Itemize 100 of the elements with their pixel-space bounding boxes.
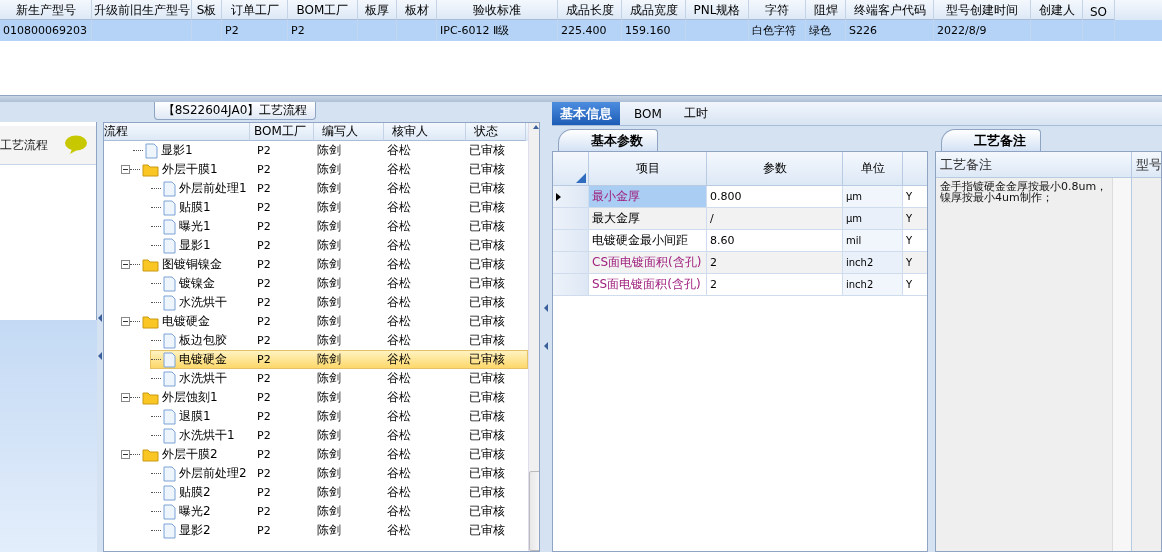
table-cell: 2022/8/9 (934, 20, 1031, 41)
collapse-icon[interactable] (121, 317, 130, 326)
table-cell-text: P2 (256, 391, 272, 404)
table-row[interactable]: 010800069203 P2 P2 IPC-6012 Ⅱ级 225.400 159.160 白色字符 绿色 S226 2022/8/9 (0, 20, 1162, 41)
column-header[interactable]: 项目 (589, 152, 707, 186)
table-cell: 2 (707, 274, 843, 296)
tree-item[interactable]: 电镀硬金 (162, 313, 210, 330)
document-icon (163, 370, 176, 387)
column-header[interactable]: BOM工厂 (250, 123, 314, 141)
table-cell-text: 已审核 (468, 142, 506, 159)
table-cell-text: 陈剑 (316, 332, 342, 349)
tree-row[interactable]: 外层前处理1 P2 陈剑 谷松 已审核 (150, 179, 528, 198)
selected-row[interactable]: 电镀硬金 P2 陈剑 谷松 已审核 (150, 350, 528, 369)
tree-row[interactable]: 电镀硬金 P2 陈剑 谷松 已审核 (120, 312, 528, 331)
collapse-icon[interactable] (121, 260, 130, 269)
tab[interactable]: BOM (626, 102, 670, 125)
column-header[interactable]: 单位 (843, 152, 903, 186)
tab[interactable]: 基本参数 (558, 129, 658, 151)
tree-row[interactable]: 显影1 P2 陈剑 谷松 已审核 (150, 236, 528, 255)
tree-item[interactable]: 外层干膜1 (162, 161, 218, 178)
tree-item[interactable]: 板边包胶 (179, 332, 227, 349)
tree-row[interactable]: 外层蚀刻1 P2 陈剑 谷松 已审核 (120, 388, 528, 407)
row-header[interactable] (553, 186, 589, 208)
tree-item[interactable]: 贴膜1 (179, 199, 211, 216)
tree-row[interactable]: 图镀铜镍金 P2 陈剑 谷松 已审核 (120, 255, 528, 274)
tree-row[interactable]: 镀镍金 P2 陈剑 谷松 已审核 (150, 274, 528, 293)
column-header[interactable]: 参数 (707, 152, 843, 186)
tree-item[interactable]: 水洗烘干1 (179, 427, 235, 444)
panel-label: 工艺流程 (0, 136, 48, 154)
collapse-icon[interactable] (121, 393, 130, 402)
tree-row[interactable]: 水洗烘干1 P2 陈剑 谷松 已审核 (150, 426, 528, 445)
collapse-icon[interactable] (121, 165, 130, 174)
column-header[interactable]: 型号 (1132, 152, 1161, 178)
table-cell: μm (843, 208, 903, 230)
tree-row[interactable]: 显影2 P2 陈剑 谷松 已审核 (150, 521, 528, 540)
column-header[interactable]: 编写人 (314, 123, 384, 141)
tree-item[interactable]: 水洗烘干 (179, 370, 227, 387)
table-cell: 225.400 (558, 20, 622, 41)
table-cell: 白色字符 (749, 20, 806, 41)
table-cell-text: 谷松 (386, 389, 412, 406)
folder-icon (142, 447, 159, 462)
process-note-text: 金手指镀硬金金厚按最小0.8um， 镍厚按最小4um制作； (939, 179, 1109, 206)
tree-row[interactable]: 显影1 P2 陈剑 谷松 已审核 (132, 141, 528, 160)
tree-row[interactable]: 贴膜1 P2 陈剑 谷松 已审核 (150, 198, 528, 217)
table-cell-text: P2 (256, 296, 272, 309)
tree-item[interactable]: 显影1 (161, 142, 193, 159)
tree-item[interactable]: 曝光2 (179, 503, 211, 520)
tree-item[interactable]: 镀镍金 (179, 275, 215, 292)
tree-item[interactable]: 外层前处理2 (179, 465, 247, 482)
scrollbar[interactable] (1112, 178, 1131, 551)
tree-row[interactable]: 板边包胶 P2 陈剑 谷松 已审核 (150, 331, 528, 350)
tree-item[interactable]: 外层前处理1 (179, 180, 247, 197)
tab[interactable]: 基本信息 (552, 102, 620, 125)
table-cell-text: P2 (256, 258, 272, 271)
column-header[interactable]: 流程 (104, 123, 250, 141)
table-cell-text: 陈剑 (316, 237, 342, 254)
column-header[interactable]: 核审人 (384, 123, 466, 141)
table-cell-text: 陈剑 (316, 180, 342, 197)
table-cell-text: P2 (256, 372, 272, 385)
tree-item[interactable]: 水洗烘干 (179, 294, 227, 311)
collapse-arrow-icon[interactable] (97, 352, 103, 360)
tree-row[interactable]: 外层前处理2 P2 陈剑 谷松 已审核 (150, 464, 528, 483)
table-cell: 最小金厚 (589, 186, 707, 208)
collapse-arrow-icon[interactable] (97, 314, 103, 322)
tree-item[interactable]: 显影2 (179, 522, 211, 539)
column-header[interactable]: 状态 (466, 123, 526, 141)
tree-row[interactable]: 曝光2 P2 陈剑 谷松 已审核 (150, 502, 528, 521)
corner-triangle-icon (576, 173, 586, 183)
table-cell-text: 谷松 (386, 522, 412, 539)
tree-item[interactable]: 贴膜2 (179, 484, 211, 501)
tab[interactable]: 工艺备注 (941, 129, 1041, 151)
tree-row[interactable]: 曝光1 P2 陈剑 谷松 已审核 (150, 217, 528, 236)
table-cell-text: 陈剑 (316, 408, 342, 425)
tree-row[interactable]: 贴膜2 P2 陈剑 谷松 已审核 (150, 483, 528, 502)
tree-item[interactable]: 外层蚀刻1 (162, 389, 218, 406)
table-cell: P2 (222, 20, 288, 41)
collapse-arrow-icon[interactable] (543, 304, 549, 312)
table-cell-text: 已审核 (468, 275, 506, 292)
tree-row[interactable]: 外层干膜1 P2 陈剑 谷松 已审核 (120, 160, 528, 179)
tree-item[interactable]: 图镀铜镍金 (162, 256, 222, 273)
tree-item[interactable]: 外层干膜2 (162, 446, 218, 463)
table-cell-text: 已审核 (468, 465, 506, 482)
table-cell-text: P2 (256, 410, 272, 423)
scrollbar-thumb[interactable] (529, 471, 539, 551)
tab[interactable]: 工时 (675, 102, 716, 125)
tree-item[interactable]: 曝光1 (179, 218, 211, 235)
tree-row[interactable]: 水洗烘干 P2 陈剑 谷松 已审核 (150, 369, 528, 388)
tree-item[interactable]: 显影1 (179, 237, 211, 254)
tree-row[interactable]: 水洗烘干 P2 陈剑 谷松 已审核 (150, 293, 528, 312)
collapse-icon[interactable] (121, 450, 130, 459)
table-cell-text: 陈剑 (316, 161, 342, 178)
collapse-arrow-icon[interactable] (543, 342, 549, 350)
tree-row[interactable]: 外层干膜2 P2 陈剑 谷松 已审核 (120, 445, 528, 464)
tree-item[interactable]: 退膜1 (179, 408, 211, 425)
tree-row[interactable]: 退膜1 P2 陈剑 谷松 已审核 (150, 407, 528, 426)
tree-item[interactable]: 电镀硬金 (179, 351, 227, 368)
folder-icon (142, 314, 159, 329)
table-cell-text: P2 (256, 220, 272, 233)
table-cell-text: 已审核 (468, 161, 506, 178)
column-header[interactable]: 工艺备注 (936, 152, 1131, 178)
